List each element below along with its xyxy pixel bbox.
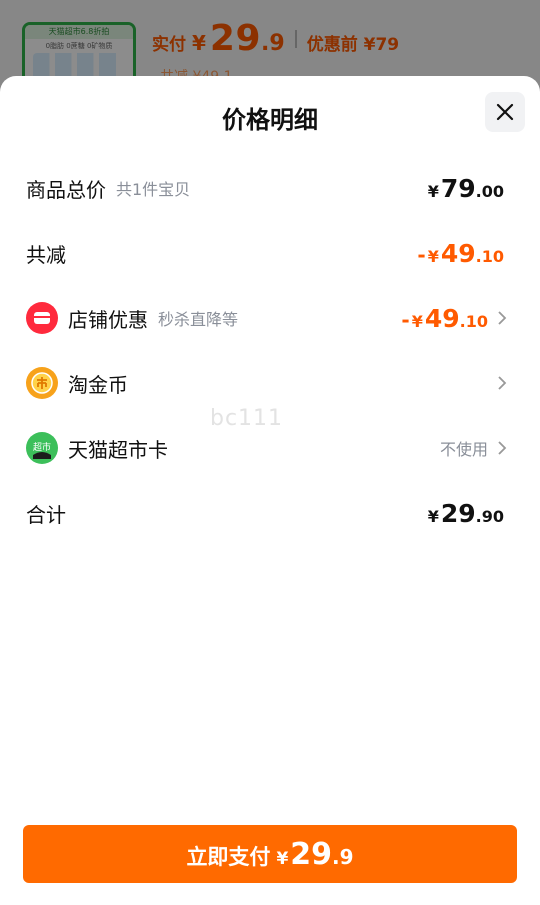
- currency-symbol: ¥: [427, 506, 439, 526]
- price-integer: 29: [440, 498, 476, 528]
- minus-sign: -: [417, 242, 426, 267]
- currency-symbol: ¥: [411, 311, 423, 331]
- row-item-total: 商品总价 共1件宝贝 ¥ 79 .00: [26, 168, 510, 208]
- gold-coin-icon: [26, 367, 58, 399]
- total-discount-label: 共减: [26, 242, 66, 267]
- row-sum: 合计 ¥ 29 .90: [26, 493, 510, 533]
- price-integer: 49: [440, 238, 476, 268]
- currency-symbol: ¥: [276, 849, 289, 869]
- item-count: 共1件宝贝: [116, 180, 191, 199]
- pay-now-button[interactable]: 立即支付 ¥ 29 .9: [23, 825, 517, 883]
- sheet-title: 价格明细: [222, 106, 318, 134]
- currency-symbol: ¥: [427, 181, 439, 201]
- pay-button-label: 立即支付: [186, 845, 271, 869]
- item-total-label: 商品总价: [26, 177, 106, 202]
- shop-discount-sub: 秒杀直降等: [158, 310, 239, 329]
- watermark: bc111: [210, 406, 284, 431]
- price-decimal: .10: [459, 311, 488, 331]
- chevron-right-icon: [498, 441, 507, 455]
- price-decimal: .90: [475, 506, 504, 526]
- row-total-discount: 共减 - ¥ 49 .10: [26, 233, 510, 273]
- svg-text:超市: 超市: [33, 441, 51, 453]
- item-total-price: ¥ 79 .00: [428, 174, 504, 203]
- sum-label: 合计: [26, 502, 66, 527]
- currency-symbol: ¥: [427, 246, 439, 266]
- price-integer: 29: [290, 837, 333, 872]
- row-shop-discount[interactable]: 店铺优惠 秒杀直降等 - ¥ 49 .10: [26, 298, 510, 338]
- total-discount-price: - ¥ 49 .10: [417, 239, 504, 268]
- chevron-right-icon: [498, 376, 507, 390]
- close-icon: [496, 103, 514, 121]
- shop-discount-price: - ¥ 49 .10: [401, 304, 488, 333]
- price-integer: 49: [424, 303, 460, 333]
- tmall-card-label: 天猫超市卡: [68, 437, 168, 462]
- sum-price: ¥ 29 .90: [428, 499, 504, 528]
- minus-sign: -: [401, 307, 410, 332]
- shop-icon: [26, 302, 58, 334]
- price-decimal: .00: [475, 181, 504, 201]
- tmall-supermarket-icon: 超市: [26, 432, 58, 464]
- shop-discount-label: 店铺优惠: [68, 307, 148, 332]
- price-decimal: .10: [475, 246, 504, 266]
- close-button[interactable]: [485, 92, 525, 132]
- price-decimal: .9: [332, 845, 354, 869]
- coins-label: 淘金币: [68, 372, 128, 397]
- tmall-card-value: 不使用: [439, 440, 488, 459]
- price-integer: 79: [440, 173, 476, 203]
- row-tmall-card[interactable]: 超市 天猫超市卡 不使用: [26, 428, 510, 468]
- row-taojinbi[interactable]: 淘金币: [26, 363, 510, 403]
- price-detail-sheet: 价格明细 商品总价 共1件宝贝 ¥ 79 .00 共减 - ¥ 49 .10 店…: [0, 76, 540, 905]
- chevron-right-icon: [498, 311, 507, 325]
